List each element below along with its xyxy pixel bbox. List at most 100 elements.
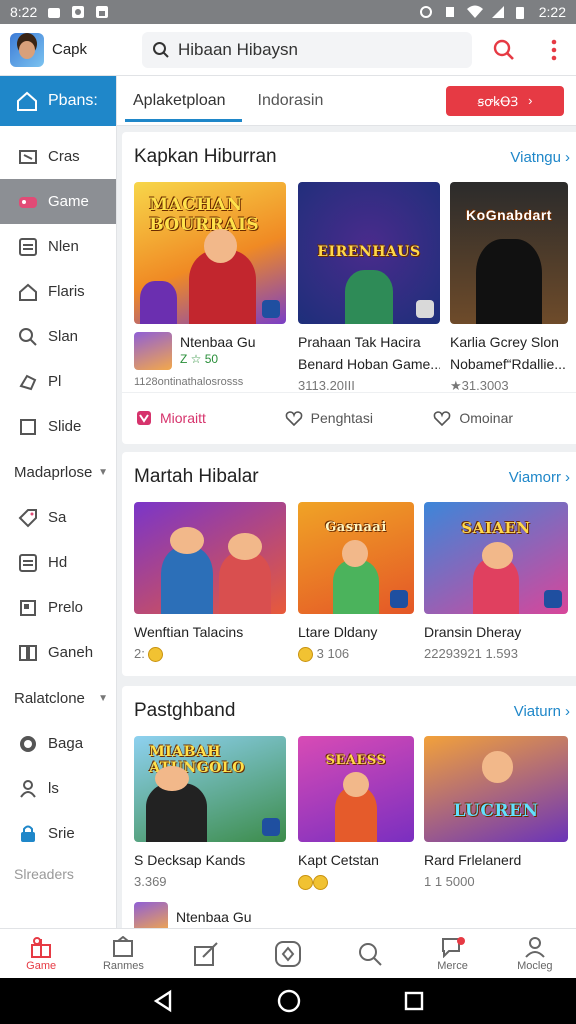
heart-icon bbox=[285, 410, 303, 426]
sidebar-item-label: Flaris bbox=[48, 283, 85, 300]
game-thumbnail[interactable]: EIRENHAUS bbox=[298, 182, 440, 324]
mini-thumbnail bbox=[134, 902, 168, 928]
recents-icon[interactable] bbox=[403, 990, 425, 1012]
status-clock-right: 2:22 bbox=[538, 4, 566, 20]
view-more-link[interactable]: Viamorr › bbox=[509, 469, 570, 486]
sidebar-item-flaris[interactable]: Flaris bbox=[0, 269, 116, 314]
action-penghtasi[interactable]: Penghtasi bbox=[285, 410, 434, 426]
sidebar-home-label: Pbans: bbox=[48, 92, 98, 109]
tab-indorasin[interactable]: Indorasin bbox=[242, 76, 340, 126]
sidebar-item-label: Ganeh bbox=[48, 644, 94, 661]
nav-mocleg[interactable]: Mocleg bbox=[494, 929, 576, 978]
game-title: Ntenbaa Gu bbox=[176, 909, 252, 925]
tab-action-button[interactable]: ꞩꝍꝃꝊꞫ › bbox=[446, 85, 564, 116]
back-icon[interactable] bbox=[151, 989, 175, 1013]
search-input[interactable]: Hibaan Hibaysn bbox=[142, 31, 472, 68]
game-meta: 3113.20III bbox=[298, 378, 355, 393]
game-tile[interactable]: Gasnaai Ltare Dldany 3 106 bbox=[298, 502, 414, 663]
action-mioraitt[interactable]: Mioraitt bbox=[136, 410, 285, 426]
sidebar-item-slide[interactable]: Slide bbox=[0, 404, 116, 449]
view-more-link[interactable]: Viatngu › bbox=[510, 149, 570, 166]
wifi-icon bbox=[466, 5, 483, 19]
section-card: Pastghband Viaturn › MIABAH ATUNGOLO S De… bbox=[122, 686, 576, 928]
game-thumbnail[interactable]: SEAESS bbox=[298, 736, 414, 842]
nav-game[interactable]: Game bbox=[0, 929, 82, 978]
game-thumbnail[interactable]: KoGnabdart bbox=[450, 182, 568, 324]
app-logo[interactable] bbox=[10, 32, 44, 67]
game-banner: EIRENHAUS bbox=[317, 243, 421, 260]
chevron-right-icon: › bbox=[565, 148, 570, 166]
action-omoinar[interactable]: Omoinar bbox=[433, 410, 576, 426]
game-thumbnail[interactable]: LUCREN bbox=[424, 736, 568, 842]
game-banner: LUCREN bbox=[453, 801, 539, 822]
game-tile[interactable]: EIRENHAUS Prahaan Tak Hacira Benard Hoba… bbox=[298, 182, 440, 393]
lock-icon bbox=[18, 824, 38, 844]
action-label: Omoinar bbox=[459, 409, 514, 426]
game-thumbnail[interactable]: SAIAEN bbox=[424, 502, 568, 614]
game-thumbnail[interactable] bbox=[134, 502, 286, 614]
game-banner: KoGnabdart bbox=[466, 206, 552, 223]
sidebar-item-sa[interactable]: Sa bbox=[0, 495, 116, 540]
section-title: Martah Hibalar bbox=[134, 466, 259, 487]
game-tile[interactable]: KoGnabdart Karlia Gcrey Slon Nobamef“Rda… bbox=[450, 182, 568, 394]
heart-icon bbox=[433, 410, 451, 426]
sidebar-item-nlen[interactable]: Nlen bbox=[0, 224, 116, 269]
sidebar-item-pl[interactable]: Pl bbox=[0, 359, 116, 404]
sidebar-section-header[interactable]: Ralatclone ▼ bbox=[0, 675, 116, 721]
sidebar-item-game[interactable]: Game bbox=[0, 179, 116, 224]
sidebar-item-srie[interactable]: Srie bbox=[0, 811, 116, 856]
home-circle-icon[interactable] bbox=[276, 988, 302, 1014]
sidebar: Pbans: Cras Game Nlen Flaris Slan Pl Sli… bbox=[0, 76, 117, 928]
sidebar-item-prelo[interactable]: Prelo bbox=[0, 585, 116, 630]
sidebar-item-slan[interactable]: Slan bbox=[0, 314, 116, 359]
badge-icon bbox=[262, 300, 280, 318]
game-tile[interactable]: SAIAEN Dransin Dheray 22293921 1.593 bbox=[424, 502, 568, 661]
game-tile[interactable]: Wenftian Talacins 2: bbox=[134, 502, 286, 663]
game-thumbnail[interactable]: Gasnaai bbox=[298, 502, 414, 614]
image-icon bbox=[95, 5, 109, 19]
view-more-link[interactable]: Viaturn › bbox=[514, 703, 570, 720]
game-tile[interactable]: MIABAH ATUNGOLO S Decksap Kands 3.369 bbox=[134, 736, 286, 889]
main-content: Kapkan Hiburran Viatngu › MACHAN BOURRAIS… bbox=[120, 128, 576, 928]
game-thumbnail[interactable]: MACHAN BOURRAIS bbox=[134, 182, 286, 324]
sidebar-section-header[interactable]: Madaprlose ▼ bbox=[0, 449, 116, 495]
game-tile[interactable]: LUCREN Rard Frlelanerd 1 1 5000 bbox=[424, 736, 568, 889]
game-tile[interactable]: MACHAN BOURRAIS Ntenbaa Gu Z ☆ 50 1128on… bbox=[134, 182, 286, 388]
sidebar-item-ganeh[interactable]: Ganeh bbox=[0, 630, 116, 675]
controller-icon bbox=[18, 372, 38, 392]
sidebar-item-hd[interactable]: Hd bbox=[0, 540, 116, 585]
sidebar-item-label: Sa bbox=[48, 509, 67, 526]
game-meta: 22293921 1.593 bbox=[424, 646, 518, 661]
section-card: Martah Hibalar Viamorr › Wenftian Talacin… bbox=[122, 452, 576, 676]
badge-icon bbox=[416, 300, 434, 318]
game-title: Kapt Cetstan bbox=[298, 852, 379, 868]
game-title: Wenftian Talacins bbox=[134, 624, 244, 640]
game-title: Rard Frlelanerd bbox=[424, 852, 522, 868]
sidebar-item-label: Slide bbox=[48, 418, 82, 435]
nav-ranmes[interactable]: Ranmes bbox=[82, 929, 164, 978]
sidebar-home[interactable]: Pbans: bbox=[0, 76, 116, 126]
nav-search[interactable] bbox=[329, 929, 411, 978]
game-tile[interactable]: SEAESS Kapt Cetstan bbox=[298, 736, 414, 891]
nav-pen[interactable] bbox=[165, 929, 247, 978]
nav-merce[interactable]: Merce bbox=[411, 929, 493, 978]
more-button[interactable] bbox=[536, 32, 572, 68]
sidebar-item-baga[interactable]: Baga bbox=[0, 721, 116, 766]
badge-icon bbox=[390, 590, 408, 608]
mini-game-row[interactable]: Ntenbaa Gu bbox=[134, 902, 252, 928]
status-bar: 8:22 2:22 bbox=[0, 0, 576, 24]
card-actions: Mioraitt Penghtasi Omoinar bbox=[122, 392, 576, 442]
game-meta-text: 3 106 bbox=[316, 646, 350, 661]
nav-label: Merce bbox=[437, 959, 468, 972]
ranking-icon bbox=[113, 935, 134, 957]
system-nav-bar bbox=[0, 978, 576, 1024]
tab-aplaketploan[interactable]: Aplaketploan bbox=[117, 76, 242, 126]
sidebar-item-cras[interactable]: Cras bbox=[0, 134, 116, 179]
sidebar-item-ls[interactable]: ls bbox=[0, 766, 116, 811]
image-icon bbox=[71, 5, 85, 19]
game-thumbnail[interactable]: MIABAH ATUNGOLO bbox=[134, 736, 286, 842]
nav-shield[interactable] bbox=[247, 929, 329, 978]
sidebar-section-label: Ralatclone bbox=[14, 689, 85, 707]
search-button[interactable] bbox=[486, 32, 522, 68]
chevron-right-icon: › bbox=[528, 93, 533, 108]
